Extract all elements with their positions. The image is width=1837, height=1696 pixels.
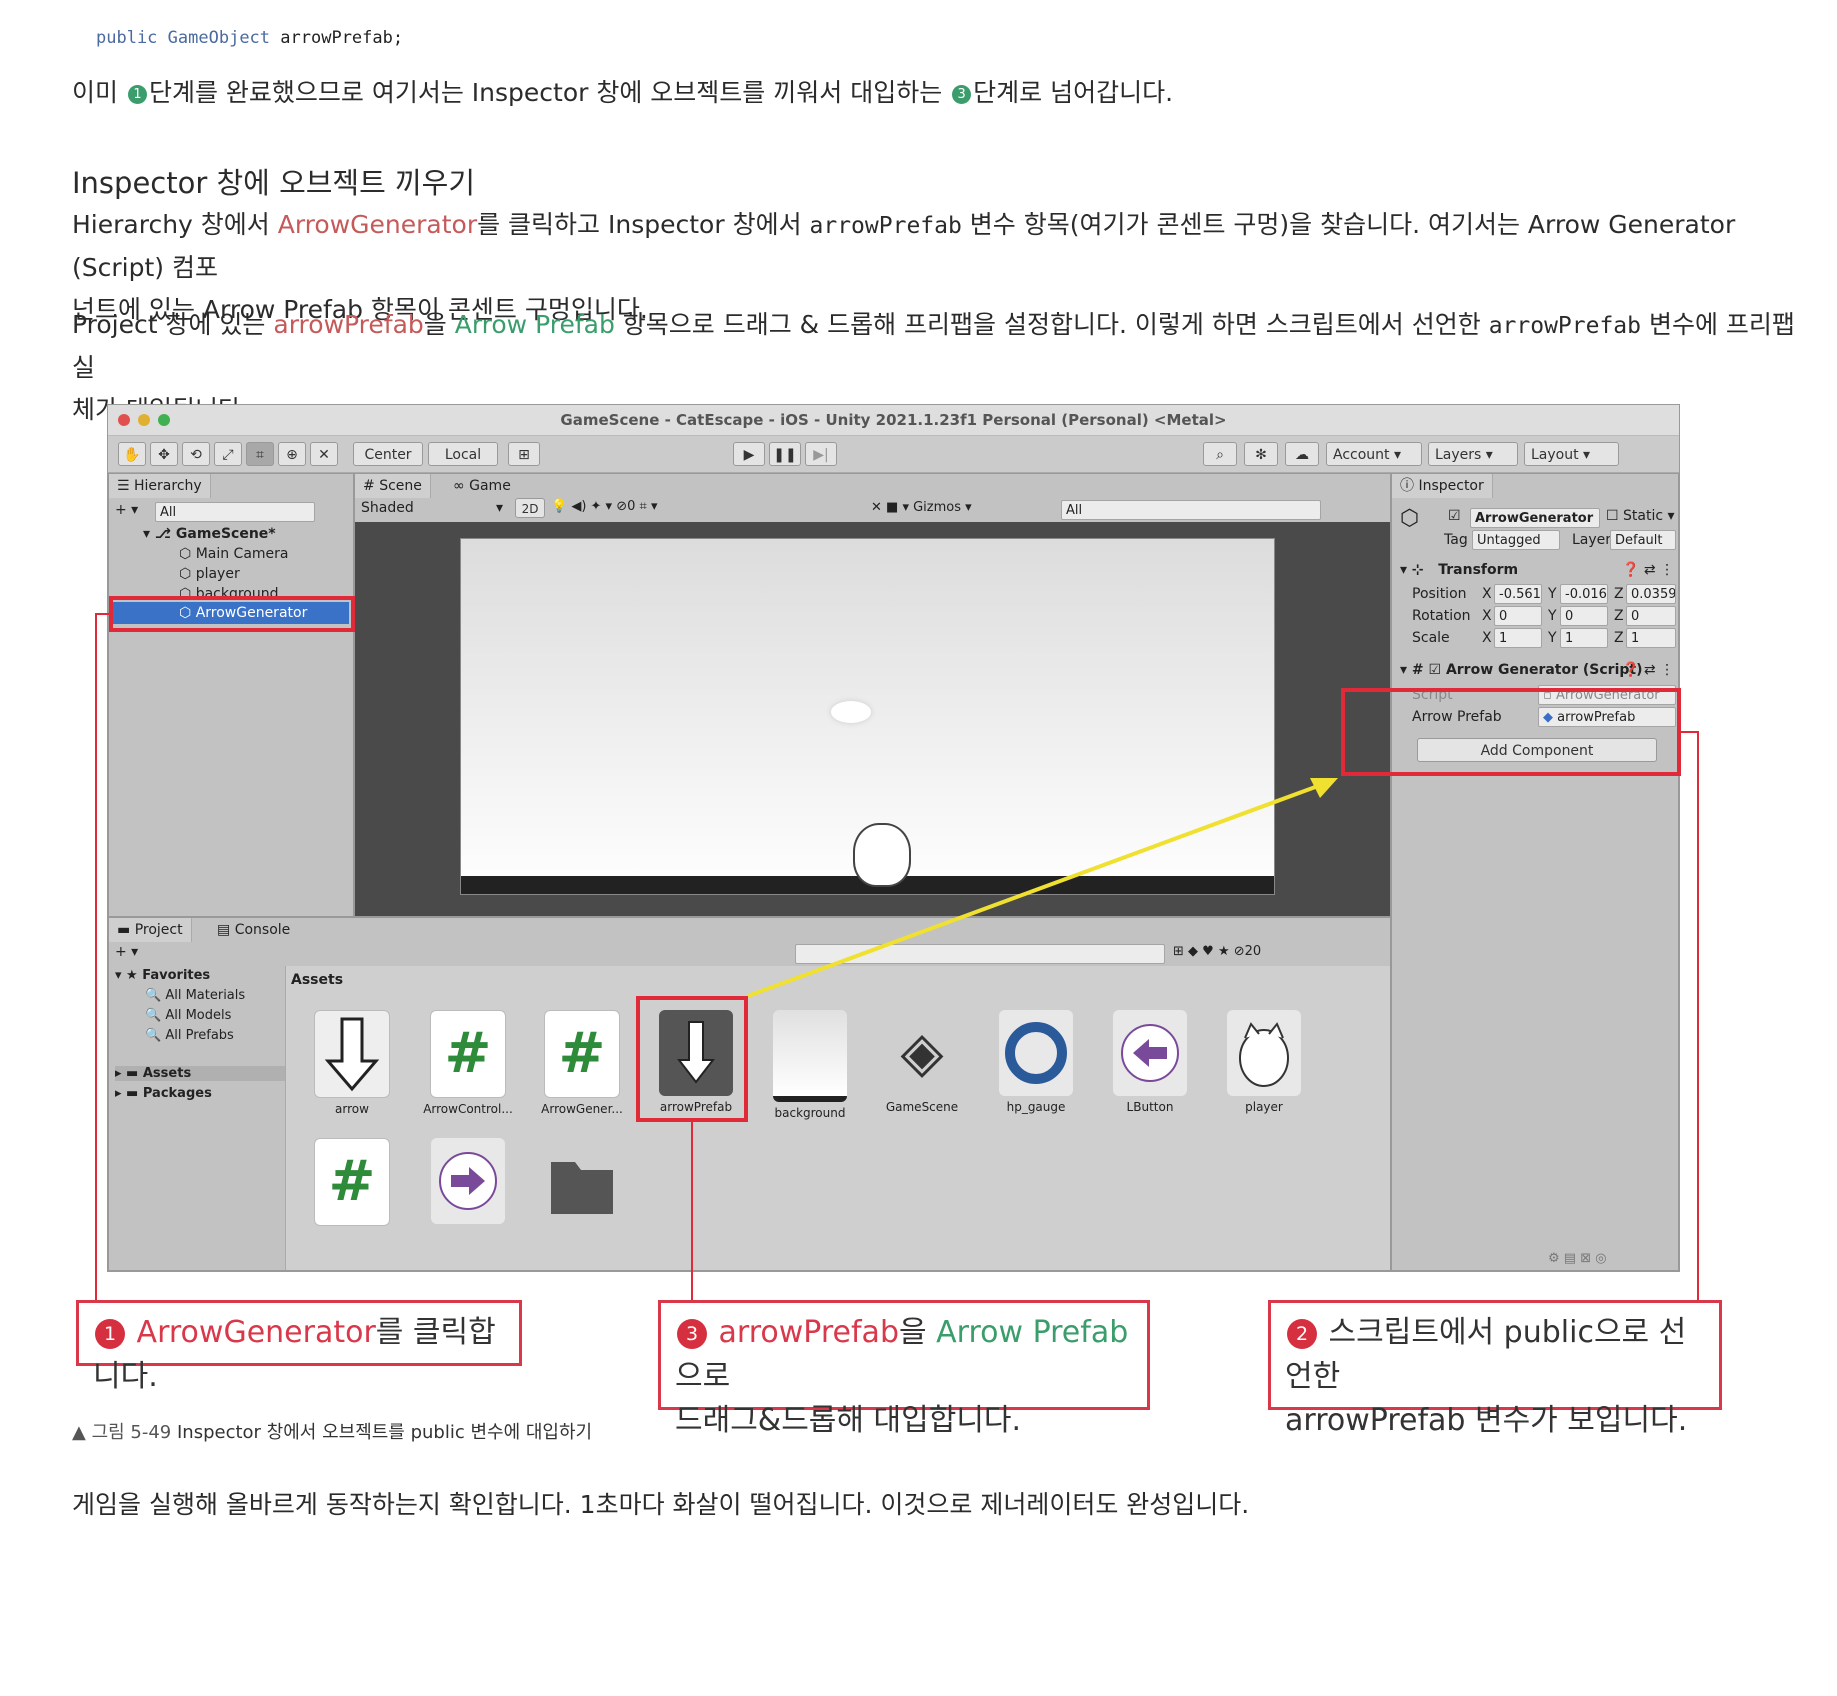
callout-red-text: ArrowGenerator [136, 1315, 376, 1350]
callout-red-text: arrowPrefab [718, 1315, 899, 1350]
step-badge: 3 [677, 1318, 707, 1349]
callout-green-text: Arrow Prefab [936, 1315, 1129, 1350]
caption-prefix: ▲ 그림 5-49 [72, 1422, 172, 1443]
callout-text: 으로 [675, 1359, 731, 1394]
callout-text: 을 [899, 1315, 937, 1350]
step-badge: 1 [95, 1318, 125, 1349]
callout-text: 드래그&드롭해 대입합니다. [675, 1403, 1022, 1438]
callout-step-3: 3 arrowPrefab을 Arrow Prefab 으로 드래그&드롭해 대입… [658, 1300, 1150, 1438]
callout-text: arrowPrefab 변수가 보입니다. [1285, 1403, 1688, 1438]
figure-caption: ▲ 그림 5-49 Inspector 창에서 오브젝트를 public 변수에… [72, 1418, 592, 1444]
callout-step-1: 1 ArrowGenerator를 클릭합니다. [76, 1300, 522, 1394]
caption-text: Inspector 창에서 오브젝트를 public 변수에 대입하기 [171, 1422, 593, 1443]
step-badge: 2 [1287, 1318, 1317, 1349]
closing-paragraph: 게임을 실행해 올바르게 동작하는지 확인합니다. 1초마다 화살이 떨어집니다… [72, 1490, 1250, 1519]
callout-text: 스크립트에서 public으로 선언한 [1285, 1315, 1687, 1394]
callout-step-2: 2 스크립트에서 public으로 선언한 arrowPrefab 변수가 보입… [1268, 1300, 1722, 1438]
